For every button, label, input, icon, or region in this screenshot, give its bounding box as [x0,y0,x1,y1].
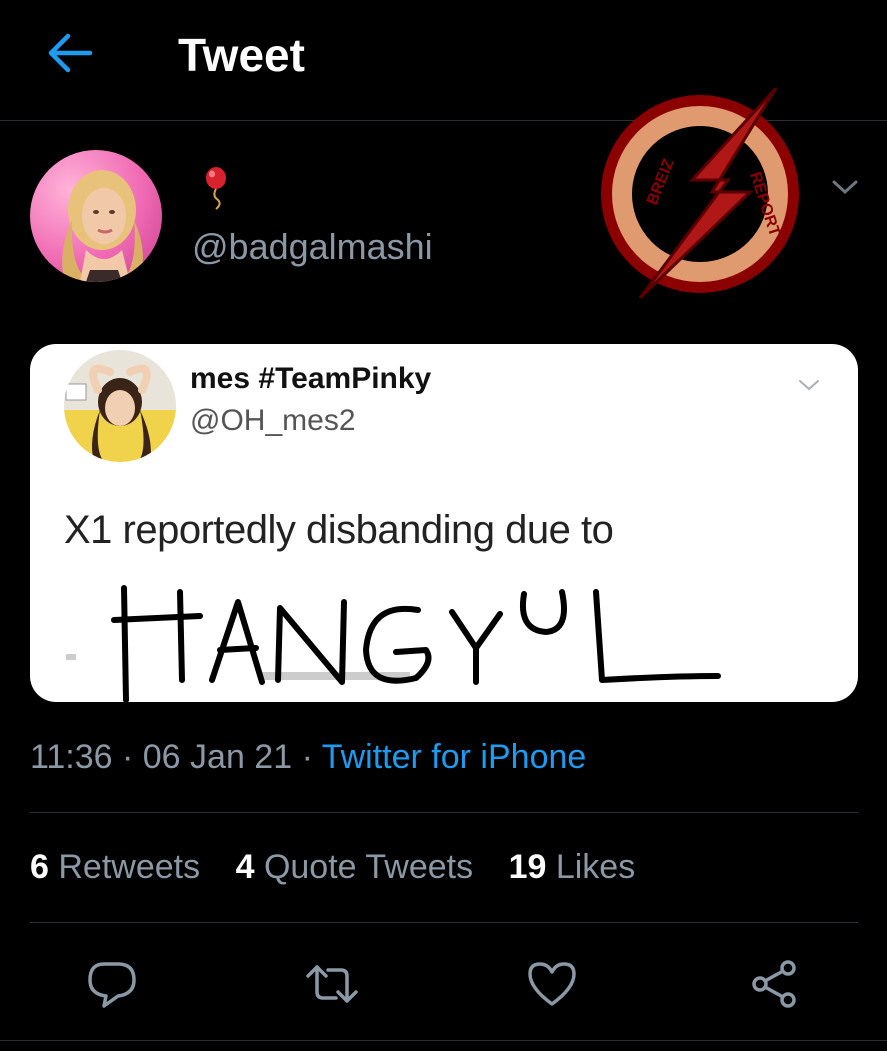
retweet-icon[interactable] [304,956,360,1012]
like-icon[interactable] [524,956,580,1012]
author-avatar[interactable] [30,150,162,282]
stats-divider [30,922,858,923]
quoted-author-handle[interactable]: @OH_mes2 [190,404,356,438]
author-handle[interactable]: @badgalmashi [192,226,433,268]
bottom-divider [0,1040,887,1041]
handwritten-overlay [66,585,721,702]
back-arrow-icon[interactable] [44,30,94,76]
tweet-timestamp: 11:36 · 06 Jan 21 · Twitter for iPhone [30,738,586,777]
watermark-logo: BREIZ REPORT [601,88,799,298]
quoted-tweet-card[interactable]: mes #TeamPinky @OH_mes2 X1 reportedly di… [30,344,858,702]
retweets-stat[interactable]: 6 Retweets [30,848,200,886]
chevron-down-icon[interactable] [796,376,822,394]
quoted-avatar[interactable] [64,350,176,462]
likes-stat[interactable]: 19 Likes [509,848,636,886]
quoted-author-name[interactable]: mes #TeamPinky [190,362,431,396]
quotes-label: Quote Tweets [263,848,474,886]
page-title: Tweet [178,29,305,81]
likes-label: Likes [555,848,636,886]
retweets-count: 6 [30,848,49,886]
retweets-label: Retweets [58,848,201,886]
timestamp-text: 11:36 · 06 Jan 21 · [30,738,322,776]
reply-icon[interactable] [84,956,140,1012]
meta-divider [30,812,858,813]
balloon-icon [206,167,226,210]
chevron-down-icon[interactable] [830,176,860,198]
quoted-tweet-text: X1 reportedly disbanding due to [64,508,614,552]
engagement-stats: 6 Retweets 4 Quote Tweets 19 Likes [30,848,661,887]
share-icon[interactable] [746,956,802,1012]
quotes-count: 4 [235,848,255,886]
source-link[interactable]: Twitter for iPhone [322,738,587,776]
likes-count: 19 [508,848,547,886]
quotes-stat[interactable]: 4 Quote Tweets [236,848,474,886]
